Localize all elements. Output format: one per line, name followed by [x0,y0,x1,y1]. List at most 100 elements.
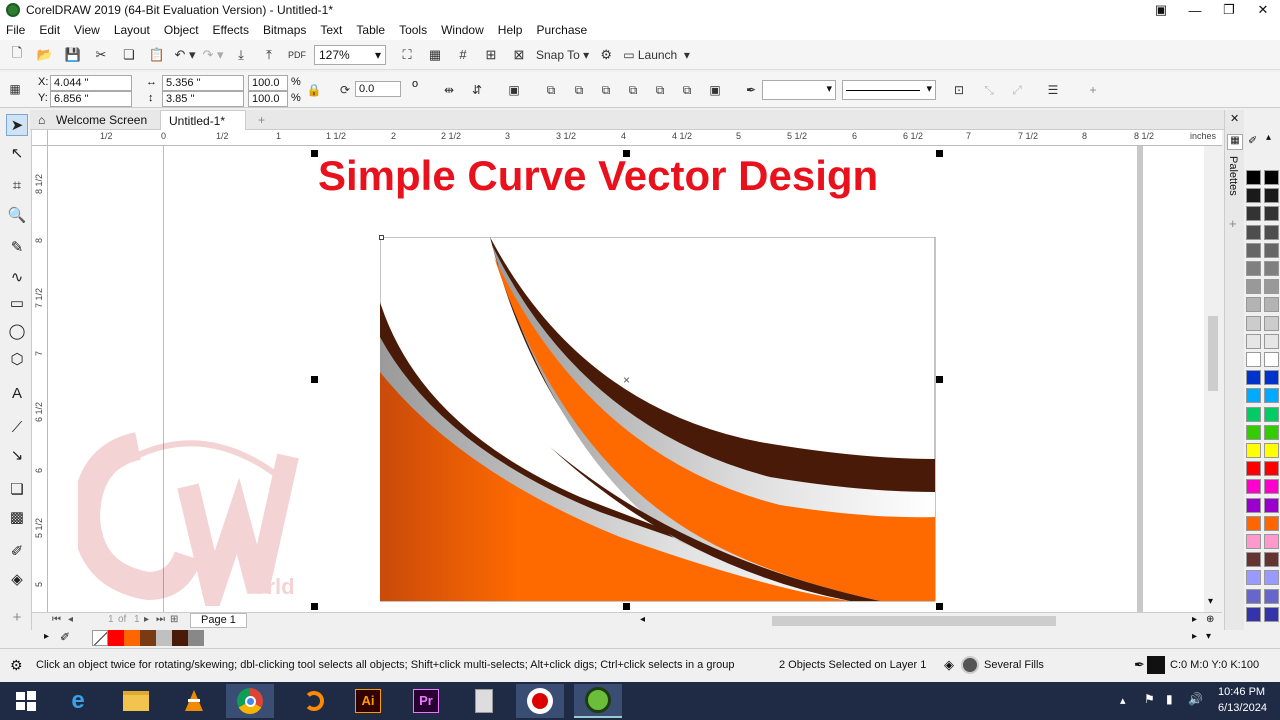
wrap-text-icon[interactable]: ⊡ [950,81,968,99]
last-page-icon[interactable]: ⏭ [156,614,165,625]
front-minus-back-icon[interactable]: ⧉ [651,81,669,99]
intersect-icon[interactable]: ⧉ [597,81,615,99]
pick-tool-icon[interactable]: ➤ [6,114,28,136]
menu-purchase[interactable]: Purchase [536,23,587,37]
copy-icon[interactable]: ❏ [118,44,140,66]
zoom-navigator-icon[interactable]: ⊕ [1206,614,1214,625]
palette-color-swatch[interactable] [1264,479,1279,495]
palette-color-swatch[interactable] [1246,479,1261,495]
palette-color-swatch[interactable] [1264,570,1279,586]
selection-handle[interactable] [936,603,943,610]
back-minus-front-icon[interactable]: ⧉ [678,81,696,99]
save-icon[interactable]: 💾 [62,44,84,66]
vlc-icon[interactable] [170,684,218,718]
gear-icon[interactable]: ⚙ [10,657,23,674]
snap-off-icon[interactable]: ⊠ [508,44,530,66]
add-tool-icon[interactable]: + [6,606,28,628]
selection-handle[interactable] [936,150,943,157]
palette-color-swatch[interactable] [1246,515,1261,531]
show-grid-icon[interactable]: # [452,44,474,66]
ruler-origin[interactable] [32,130,48,146]
palette-color-swatch[interactable] [1264,352,1279,367]
eyedropper-icon[interactable]: ✐ [1248,134,1257,147]
palette-color-swatch[interactable] [1264,261,1279,276]
palette-color-swatch[interactable] [1246,297,1261,313]
node-handle[interactable] [379,235,384,240]
undo-icon[interactable]: ↶ ▾ [174,44,196,66]
menu-table[interactable]: Table [356,23,385,37]
palette-color-swatch[interactable] [1246,424,1261,440]
open-icon[interactable]: 📂 [34,44,56,66]
trim-icon[interactable]: ⧉ [570,81,588,99]
scroll-down-icon[interactable]: ▾ [1208,596,1213,607]
menu-help[interactable]: Help [498,23,523,37]
palette-color-swatch[interactable] [1264,515,1279,531]
close-docker-icon[interactable]: ✕ [1230,112,1239,125]
palette-color-swatch[interactable] [1246,315,1261,331]
palette-color-swatch[interactable] [1246,279,1261,295]
shape-tool-icon[interactable]: ↖ [6,142,28,164]
firefox-icon[interactable] [290,684,338,718]
export-icon[interactable]: ⤒ [258,44,280,66]
width-input[interactable]: 5.356 " [162,75,244,91]
palette-color-swatch[interactable] [1264,242,1279,258]
selection-handle[interactable] [311,603,318,610]
minimize-button[interactable]: — [1178,0,1212,20]
outline-color-swatch[interactable] [1147,656,1165,674]
parallel-dimension-tool-icon[interactable]: ⟋ [6,416,28,438]
group-icon[interactable]: ▣ [505,81,523,99]
horizontal-ruler[interactable]: 1/2 0 1/2 1 1 1/2 2 2 1/2 3 3 1/2 4 4 1/… [48,130,1222,146]
selection-handle[interactable] [311,150,318,157]
calculator-icon[interactable] [460,684,508,718]
chevron-up-icon[interactable]: ▴ [1266,132,1271,143]
action-center-icon[interactable]: ⚑ [1144,692,1155,706]
add-docker-icon[interactable]: + [1229,216,1237,231]
menu-bitmaps[interactable]: Bitmaps [263,23,306,37]
snap-to-dropdown[interactable]: Snap To ▾ [536,44,589,66]
options-gear-icon[interactable]: ⚙ [595,44,617,66]
add-page-icon[interactable]: ⊞ [170,614,178,625]
palette-color-swatch[interactable] [1246,497,1261,513]
reference-point-icon[interactable]: ▦ [6,80,24,98]
palette-color-swatch[interactable] [1246,206,1261,222]
eyedropper-tool-icon[interactable]: ✐ [6,540,28,562]
palette-color-swatch[interactable] [1264,206,1279,222]
coreldraw-taskbar-icon[interactable] [574,684,622,718]
palette-menu-icon[interactable]: ▾ [1206,631,1211,642]
network-icon[interactable]: ▮ [1166,692,1173,706]
lock-ratio-icon[interactable]: 🔒 [305,81,323,99]
curve-artwork[interactable] [380,237,936,602]
vertical-scroll-thumb[interactable] [1208,316,1218,391]
palette-color-swatch[interactable] [1264,588,1279,604]
show-rulers-icon[interactable]: ▦ [424,44,446,66]
prev-page-icon[interactable]: ◂ [68,614,73,625]
publish-pdf-icon[interactable]: PDF [286,44,308,66]
vertical-scrollbar[interactable]: ▾ [1204,146,1222,612]
paste-icon[interactable]: 📋 [146,44,168,66]
no-fill-swatch[interactable] [92,630,108,646]
color-swatch[interactable] [124,630,140,646]
scale-y-input[interactable]: 100.0 [248,91,288,107]
selection-handle[interactable] [623,603,630,610]
show-hidden-icons[interactable]: ▴ [1120,694,1126,707]
start-arrowhead-icon[interactable]: ⤡ [980,81,998,99]
redo-icon[interactable]: ↷ ▾ [202,44,224,66]
zoom-level-select[interactable]: 127% ▾ [314,44,386,65]
palette-color-swatch[interactable] [1264,315,1279,331]
restore-button[interactable]: ❐ [1212,0,1246,20]
line-style-select[interactable]: ▾ [842,80,936,100]
palette-color-swatch[interactable] [1246,333,1261,349]
import-icon[interactable]: ⤓ [230,44,252,66]
menu-view[interactable]: View [74,23,100,37]
add-icon[interactable]: + [1084,81,1102,99]
next-page-icon[interactable]: ▸ [144,614,149,625]
transparency-tool-icon[interactable]: ▩ [6,506,28,528]
freehand-tool-icon[interactable]: ✎ [6,236,28,258]
palette-color-swatch[interactable] [1246,261,1261,276]
palette-color-swatch[interactable] [1264,443,1279,458]
artistic-media-tool-icon[interactable]: ∿ [6,266,28,288]
menu-layout[interactable]: Layout [114,23,150,37]
palette-color-swatch[interactable] [1246,188,1261,204]
palette-color-swatch[interactable] [1264,188,1279,204]
help-icon[interactable]: ▣ [1144,0,1178,20]
